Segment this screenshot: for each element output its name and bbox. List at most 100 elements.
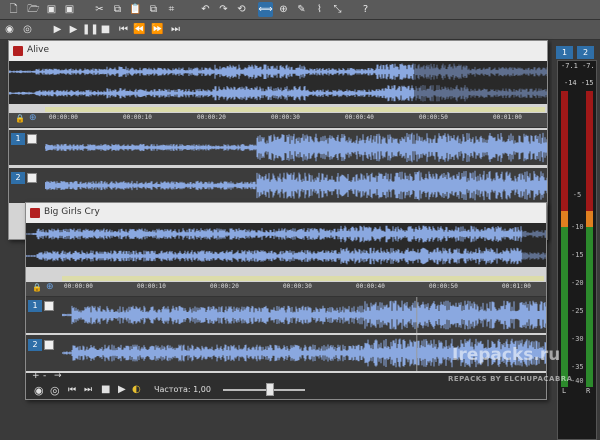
play-icon[interactable]: ▶ [66, 22, 81, 37]
ruler-tick-label: 00:00:50 [429, 283, 458, 290]
track-mute-button[interactable] [44, 301, 54, 311]
timeline-ruler[interactable]: 🔒 ⊕ 00:00:00 00:00:10 00:00:20 00:00:30 00:0… [9, 107, 547, 128]
ruler-tick-label: 00:01:00 [493, 114, 522, 121]
track-1[interactable]: 1 [9, 130, 547, 165]
window-titlebar[interactable]: Big Girls Cry [26, 203, 546, 224]
meter-scale-label: -30 [571, 335, 584, 343]
meter-scale-label: -25 [571, 307, 584, 315]
meter-scale-label: -10 [571, 223, 584, 231]
speed-icon[interactable]: ◐ [132, 384, 141, 395]
go-to-start-icon[interactable]: ⏮ [68, 385, 76, 395]
audio-file-icon [13, 46, 23, 56]
meter-scale-label: -20 [571, 279, 584, 287]
ruler-tick-label: 00:00:00 [64, 283, 93, 290]
lock-icon[interactable]: 🔒 [32, 283, 42, 292]
snap-icon[interactable]: ⊕ [29, 113, 37, 123]
track-waveform[interactable] [62, 297, 546, 333]
track-1[interactable]: 1 [26, 297, 546, 333]
edit-tool-icon[interactable]: ⟺ [258, 2, 273, 17]
pause-icon[interactable]: ❚❚ [82, 22, 99, 37]
lock-icon[interactable]: 🔒 [15, 114, 25, 123]
track-mute-button[interactable] [44, 340, 54, 350]
level-meter: -7.1 -7. -14 -15 -5 -10 -15 -20 -25 -30 -35 -40… [557, 60, 597, 440]
rate-slider-thumb[interactable] [266, 383, 274, 396]
window-title: Big Girls Cry [44, 207, 100, 217]
waveform-overview[interactable] [9, 61, 547, 104]
envelope-tool-icon[interactable]: ⌇ [312, 2, 327, 17]
watermark-subtitle: REPACKS BY ELCHUPACABRA [448, 375, 573, 383]
ruler-tick-label: 00:00:10 [123, 114, 152, 121]
track-number-badge[interactable]: 1 [11, 133, 25, 145]
window-title: Alive [27, 45, 50, 55]
save-as-icon[interactable]: ▣ [62, 2, 77, 17]
track-number-badge[interactable]: 1 [28, 300, 42, 312]
meter-bar-left-red [561, 91, 568, 211]
loop-icon[interactable]: ◎ [20, 22, 35, 37]
help-icon[interactable]: ? [358, 2, 373, 17]
go-to-end-icon[interactable]: ⏭ [168, 22, 183, 37]
track-waveform[interactable] [45, 130, 547, 165]
track-mute-button[interactable] [27, 173, 37, 183]
ruler-tick-label: 00:00:40 [356, 283, 385, 290]
repeat-icon[interactable]: ⟲ [234, 2, 249, 17]
meter-scale-label: -35 [571, 363, 584, 371]
snap-icon[interactable]: ⊕ [46, 282, 54, 292]
go-to-end-icon[interactable]: ⏭ [84, 385, 92, 395]
crop-icon[interactable]: ⌗ [164, 2, 179, 17]
rate-label: Частота: 1,00 [154, 385, 211, 394]
transport-toolbar: ◉ ◎ ▶ ▶ ❚❚ ■ ⏮ ⏪ ⏩ ⏭ [0, 20, 600, 40]
waveform-overview[interactable] [26, 223, 546, 267]
cursor-tool-icon[interactable]: ⤡ [330, 2, 345, 17]
track-number-badge[interactable]: 2 [11, 172, 25, 184]
play-from-start-icon[interactable]: ▶ [50, 22, 65, 37]
rewind-icon[interactable]: ⏪ [132, 22, 147, 37]
pencil-tool-icon[interactable]: ✎ [294, 2, 309, 17]
ruler-tick-label: 00:00:50 [419, 114, 448, 121]
ruler-tick-label: 00:00:30 [271, 114, 300, 121]
copy-icon[interactable]: ⧉ [110, 2, 125, 17]
open-icon[interactable]: 🗁 [26, 2, 41, 17]
paste-icon[interactable]: 📋 [128, 2, 143, 17]
window-titlebar[interactable]: Alive [9, 41, 547, 62]
ruler-tick-label: 00:00:40 [345, 114, 374, 121]
rate-slider-track[interactable] [223, 389, 305, 391]
selection-bar[interactable] [62, 276, 544, 281]
document-window-big-girls-cry[interactable]: Big Girls Cry 🔒 ⊕ 00:00:00 00:00:10 00:00:… [25, 202, 547, 400]
zoom-out-button[interactable]: - [43, 371, 46, 381]
arrow-right-icon[interactable]: → [54, 371, 62, 381]
zoom-in-button[interactable]: + [32, 371, 40, 381]
track-number-badge[interactable]: 2 [28, 339, 42, 351]
meter-scale-label: -5 [572, 191, 582, 199]
meter-bar-left-green [561, 227, 568, 387]
panel-2-button[interactable]: 2 [577, 46, 594, 59]
channel-right-label: R [586, 387, 591, 395]
audio-file-icon [30, 208, 40, 218]
redo-icon[interactable]: ↷ [216, 2, 231, 17]
magnify-tool-icon[interactable]: ⊕ [276, 2, 291, 17]
cut-icon[interactable]: ✂ [92, 2, 107, 17]
meter-bar-right-red [586, 91, 593, 211]
record-icon[interactable]: ◉ [2, 22, 17, 37]
level-readout: -14 -15 [564, 79, 594, 87]
play-icon[interactable]: ▶ [118, 384, 126, 395]
record-icon[interactable]: ◉ [34, 384, 44, 397]
ruler-tick-label: 00:00:10 [137, 283, 166, 290]
loop-icon[interactable]: ◎ [50, 384, 60, 397]
ruler-tick-label: 00:00:30 [283, 283, 312, 290]
ruler-tick-label: 00:01:00 [502, 283, 531, 290]
track-waveform[interactable] [45, 168, 547, 203]
ruler-tick-label: 00:00:20 [197, 114, 226, 121]
panel-1-button[interactable]: 1 [556, 46, 573, 59]
timeline-ruler[interactable]: 🔒 ⊕ 00:00:00 00:00:10 00:00:20 00:00:30 00:0… [26, 276, 546, 297]
fast-forward-icon[interactable]: ⏩ [150, 22, 165, 37]
stop-icon[interactable]: ■ [101, 384, 110, 395]
undo-icon[interactable]: ↶ [198, 2, 213, 17]
stop-icon[interactable]: ■ [98, 22, 113, 37]
new-file-icon[interactable]: 🗋 [6, 2, 21, 17]
save-icon[interactable]: ▣ [44, 2, 59, 17]
track-2[interactable]: 2 [9, 168, 547, 203]
paste-mix-icon[interactable]: ⧉ [146, 2, 161, 17]
go-to-start-icon[interactable]: ⏮ [116, 22, 131, 37]
selection-bar[interactable] [45, 107, 545, 112]
track-mute-button[interactable] [27, 134, 37, 144]
